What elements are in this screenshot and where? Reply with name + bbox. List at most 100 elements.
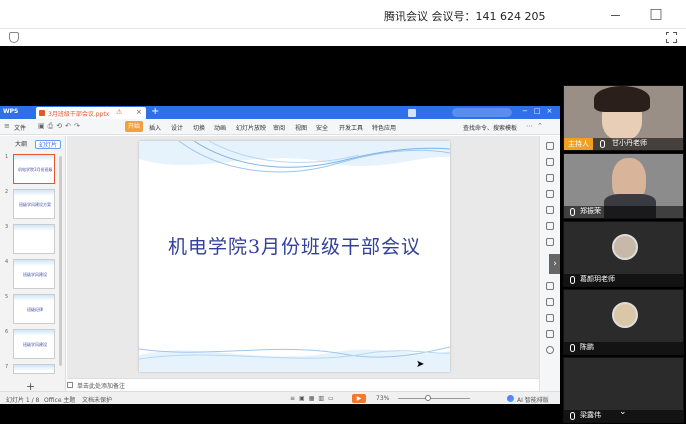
ribbon: ≡ 文件 ▣⎙⟲↶↷ 开始 插入 设计 切换 动画 幻灯片放映 审阅 视图 安全… [0,119,560,135]
ribbon-extra-icons[interactable]: ⋯⌃ [526,122,547,130]
tab-outline[interactable]: 大纲 [8,140,34,149]
thumb-preview: 班级学风建设 [13,259,55,289]
thumb-number: 4 [5,259,9,265]
slide-thumbnail[interactable]: 6 班级学风建设 [5,329,61,359]
menu-file[interactable]: 文件 [14,123,26,132]
play-button[interactable]: ▶ [352,394,366,403]
tool-icon[interactable] [546,298,554,306]
zoom-knob[interactable] [425,395,431,401]
tab-security[interactable]: 安全 [316,123,328,132]
notes-bar[interactable]: 单击此处添加备注 [67,378,539,390]
shield-icon[interactable] [9,32,19,43]
mic-icon [570,344,575,352]
tab-animation[interactable]: 动画 [214,123,226,132]
command-search[interactable]: 查找命令、搜索模板 [463,123,517,132]
tab-design[interactable]: 设计 [171,123,183,132]
slide-thumbnail[interactable]: 5 班级纪律 [5,294,61,324]
tab-review[interactable]: 审阅 [273,123,285,132]
thumb-number: 6 [5,329,9,335]
window-controls[interactable]: −□× [522,107,558,115]
wps-logo[interactable]: WPS [3,108,18,115]
tab-features[interactable]: 特色应用 [372,123,396,132]
host-badge: 主持人 [564,138,593,150]
tab-slides[interactable]: 幻灯片 [35,140,61,149]
page-indicator: 幻灯片 1 / 8 [6,397,40,404]
participant-name: 郑振荣 [580,207,601,215]
user-account[interactable] [452,108,512,117]
close-icon[interactable]: □ [649,7,663,21]
mic-icon [570,412,575,420]
slide-title: 机电学院3月份班级干部会议 [167,236,422,258]
chevron-down-icon[interactable]: ⌄ [619,407,629,417]
participant-panel: 主持人 甘小丹老师 郑振荣 葛颜玥老师 陈鹏 梁露伟 [560,84,686,424]
tool-icon[interactable] [546,158,554,166]
protect-status[interactable]: 文档未保护 [82,395,112,404]
slide-thumbnail[interactable]: 2 班级学风建设方案 [5,189,61,219]
chevron-right-icon[interactable]: › [549,254,560,274]
right-toolbar: › [539,136,560,398]
thumb-preview: 班级学风建设 [13,329,55,359]
menu-icon[interactable]: ≡ [4,122,10,130]
sidebar-scrollbar[interactable] [59,156,62,366]
participant-tile[interactable]: 陈鹏 [563,289,684,355]
thumb-title: 班级学风建设方案 [19,202,51,207]
participant-name: 甘小丹老师 [612,139,647,147]
tool-icon[interactable] [546,174,554,182]
thumb-title: 班级学风建设 [23,272,47,277]
thumb-number: 7 [5,364,9,370]
help-icon[interactable] [546,346,554,354]
participant-tile[interactable]: 葛颜玥老师 [563,221,684,287]
mic-icon [570,208,575,216]
slide-thumbnail[interactable]: 3 [5,224,61,254]
slide-thumbnail[interactable]: 1 机电学院3月份班级干部会议 [5,154,61,184]
tool-icon[interactable] [546,238,554,246]
participant-tile[interactable]: 郑振荣 [563,153,684,219]
ppt-file-icon [39,110,45,116]
tool-icon[interactable] [546,222,554,230]
notes-placeholder: 单击此处添加备注 [77,383,126,390]
participant-hair [594,86,650,112]
tab-slideshow[interactable]: 幻灯片放映 [236,123,266,132]
tab-transition[interactable]: 切换 [193,123,205,132]
tool-icon[interactable] [546,330,554,338]
current-slide[interactable]: 机电学院3月份班级干部会议 [139,141,450,372]
thumb-number: 1 [5,154,9,160]
tool-icon[interactable] [546,142,554,150]
tab-view[interactable]: 视图 [295,123,307,132]
theme-name: Office 主题 [44,397,76,404]
meeting-app: 腾讯会议 会议号：141 624 205 □ WPS 3月班级干部会议.pptx… [0,0,686,424]
tab-start[interactable]: 开始 [125,121,143,132]
thumb-preview: 班级纪律 [13,294,55,324]
zoom-slider[interactable] [398,398,470,399]
fullscreen-icon[interactable] [665,31,677,43]
avatar [612,234,638,260]
thumb-preview [13,224,55,254]
slide-thumbnail[interactable]: 7 [5,364,61,374]
tab-insert[interactable]: 插入 [149,123,161,132]
new-tab-icon[interactable]: + [151,106,159,117]
document-tab[interactable]: 3月班级干部会议.pptx ⚠ × [36,107,146,119]
thumb-number: 2 [5,189,9,195]
slide-thumbnail[interactable]: 4 班级学风建设 [5,259,61,289]
meeting-toolbar [0,28,686,46]
tab-developer[interactable]: 开发工具 [339,123,363,132]
status-bar: 幻灯片 1 / 8 Office 主题 文档未保护 ≡▣▦▥▭ ▶ 73% AI… [0,391,560,404]
thumb-title: 班级学风建设 [23,342,47,347]
mic-icon [600,140,605,148]
tool-icon[interactable] [546,206,554,214]
quick-access-icons[interactable]: ▣⎙⟲↶↷ [38,122,83,131]
mouse-cursor-icon: ➤ [416,359,425,370]
minimize-icon[interactable] [611,15,620,16]
participant-tile[interactable]: 主持人 甘小丹老师 [563,85,684,151]
slide-canvas: 机电学院3月份班级干部会议 [67,136,547,382]
tool-icon[interactable] [546,314,554,322]
view-mode-icons[interactable]: ≡▣▦▥▭ [290,395,338,402]
tool-icon[interactable] [546,190,554,198]
ai-layout[interactable]: AI 智能排版 [517,395,549,404]
tool-icon[interactable] [546,282,554,290]
wps-tab-bar: WPS 3月班级干部会议.pptx ⚠ × + −□× [0,106,560,119]
account-badge-icon[interactable] [408,109,416,117]
zoom-level[interactable]: 73% [376,395,389,402]
tab-close-icon[interactable]: × [136,108,142,116]
thumb-title: 机电学院3月份班级干部会议 [18,167,52,172]
